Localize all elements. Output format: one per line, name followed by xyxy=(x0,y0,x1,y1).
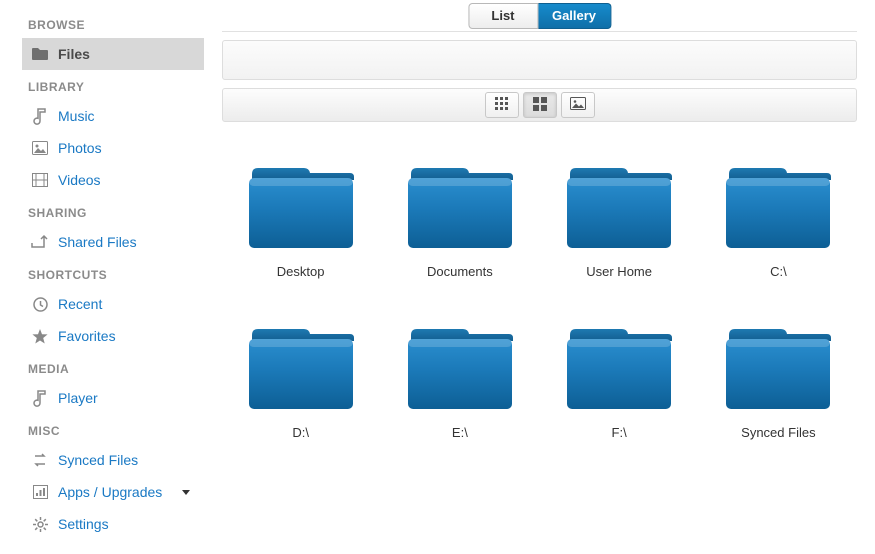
gallery-item-label: Documents xyxy=(427,264,493,279)
section-header-media: MEDIA xyxy=(28,362,204,376)
sidebar-item-label: Settings xyxy=(58,516,109,532)
sidebar-item-label: Favorites xyxy=(58,328,116,344)
gallery-item-label: D:\ xyxy=(292,425,309,440)
gallery-item[interactable]: D:\ xyxy=(226,323,375,440)
gallery-item-label: F:\ xyxy=(612,425,627,440)
grid-large-icon xyxy=(533,97,547,114)
gallery-item-label: Synced Files xyxy=(741,425,815,440)
sidebar-item-label: Apps / Upgrades xyxy=(58,484,162,500)
folder-icon xyxy=(723,162,833,250)
sidebar-item-favorites[interactable]: Favorites xyxy=(22,320,204,352)
gallery-item[interactable]: E:\ xyxy=(385,323,534,440)
chart-icon xyxy=(32,484,48,500)
folder-icon xyxy=(32,46,48,62)
section-header-library: LIBRARY xyxy=(28,80,204,94)
grid-small-icon xyxy=(495,97,509,114)
sidebar-item-recent[interactable]: Recent xyxy=(22,288,204,320)
chevron-down-icon[interactable] xyxy=(182,490,190,495)
view-mode-small-grid[interactable] xyxy=(485,92,519,118)
gallery-item[interactable]: F:\ xyxy=(545,323,694,440)
sidebar: BROWSE Files LIBRARY Music Photos Videos xyxy=(0,0,212,554)
sidebar-item-label: Files xyxy=(58,46,90,62)
sidebar-item-label: Player xyxy=(58,390,98,406)
sidebar-item-photos[interactable]: Photos xyxy=(22,132,204,164)
sidebar-item-label: Videos xyxy=(58,172,101,188)
image-icon xyxy=(570,97,586,113)
gallery-item-label: E:\ xyxy=(452,425,468,440)
gear-icon xyxy=(32,516,48,532)
sidebar-item-player[interactable]: Player xyxy=(22,382,204,414)
image-icon xyxy=(32,140,48,156)
view-mode-image[interactable] xyxy=(561,92,595,118)
gallery-item[interactable]: C:\ xyxy=(704,162,853,279)
view-tabs: List Gallery xyxy=(468,3,611,31)
gallery-item[interactable]: Synced Files xyxy=(704,323,853,440)
folder-icon xyxy=(246,323,356,411)
sidebar-item-music[interactable]: Music xyxy=(22,100,204,132)
film-icon xyxy=(32,172,48,188)
section-header-shortcuts: SHORTCUTS xyxy=(28,268,204,282)
sidebar-item-settings[interactable]: Settings xyxy=(22,508,204,540)
gallery-item[interactable]: Desktop xyxy=(226,162,375,279)
section-header-browse: BROWSE xyxy=(28,18,204,32)
sidebar-item-videos[interactable]: Videos xyxy=(22,164,204,196)
folder-icon xyxy=(723,323,833,411)
star-icon xyxy=(32,328,48,344)
sidebar-item-label: Photos xyxy=(58,140,102,156)
sidebar-item-synced-files[interactable]: Synced Files xyxy=(22,444,204,476)
main-panel: List Gallery xyxy=(212,0,875,554)
sidebar-item-label: Recent xyxy=(58,296,102,312)
folder-icon xyxy=(246,162,356,250)
sidebar-item-label: Synced Files xyxy=(58,452,138,468)
gallery-item-label: Desktop xyxy=(277,264,325,279)
toolbar-empty xyxy=(222,40,857,80)
sidebar-item-files[interactable]: Files xyxy=(22,38,204,70)
folder-icon xyxy=(405,323,515,411)
music-note-icon xyxy=(32,108,48,124)
sidebar-item-label: Music xyxy=(58,108,95,124)
gallery-item[interactable]: Documents xyxy=(385,162,534,279)
sidebar-item-label: Shared Files xyxy=(58,234,137,250)
folder-icon xyxy=(564,162,674,250)
gallery-item[interactable]: User Home xyxy=(545,162,694,279)
view-mode-toolbar xyxy=(222,88,857,122)
gallery-item-label: User Home xyxy=(586,264,652,279)
tab-gallery[interactable]: Gallery xyxy=(538,3,611,29)
view-mode-large-grid[interactable] xyxy=(523,92,557,118)
view-tabs-rail: List Gallery xyxy=(222,4,857,32)
sync-icon xyxy=(32,452,48,468)
share-icon xyxy=(32,234,48,250)
sidebar-item-shared-files[interactable]: Shared Files xyxy=(22,226,204,258)
section-header-sharing: SHARING xyxy=(28,206,204,220)
music-note-icon xyxy=(32,390,48,406)
sidebar-item-apps-upgrades[interactable]: Apps / Upgrades xyxy=(22,476,204,508)
tab-list[interactable]: List xyxy=(468,3,538,29)
section-header-misc: MISC xyxy=(28,424,204,438)
gallery-item-label: C:\ xyxy=(770,264,787,279)
gallery-grid: Desktop Documents User Home C:\ D:\ E:\ xyxy=(222,122,857,440)
folder-icon xyxy=(564,323,674,411)
folder-icon xyxy=(405,162,515,250)
clock-icon xyxy=(32,296,48,312)
